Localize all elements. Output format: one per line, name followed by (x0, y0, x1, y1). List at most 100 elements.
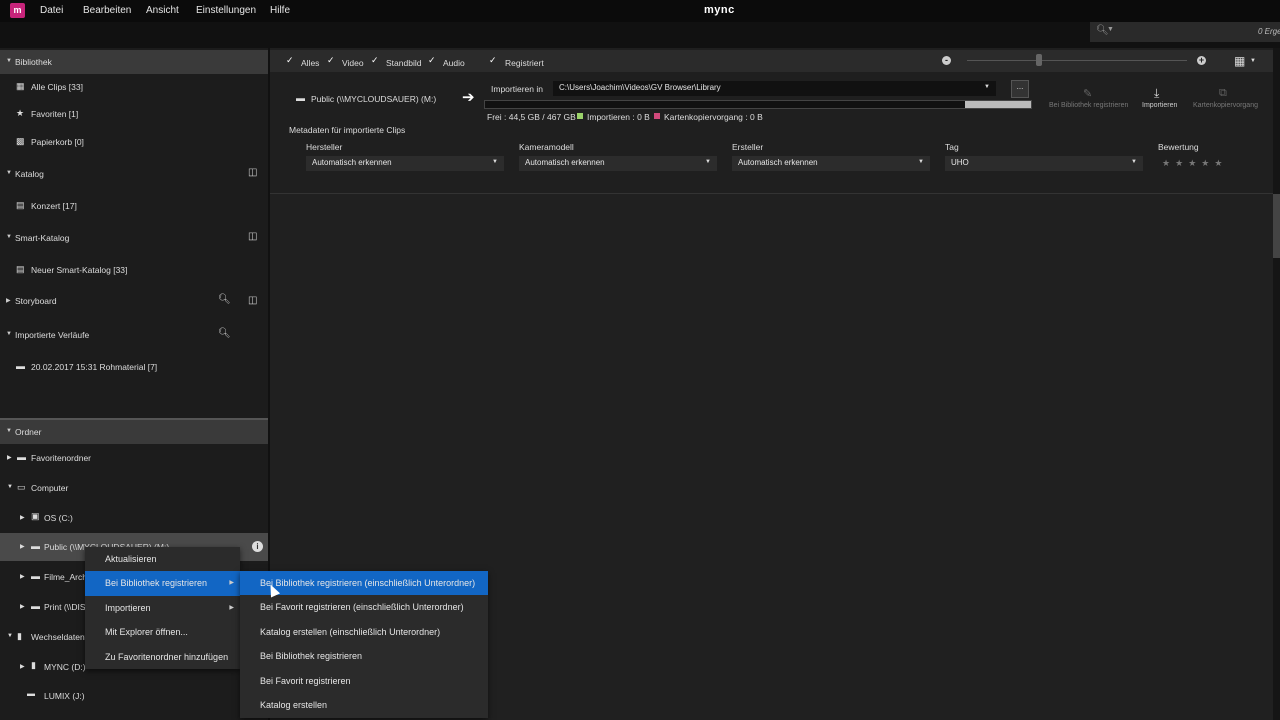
section-smart-katalog[interactable]: ▼ Smart-Katalog (0, 227, 268, 249)
sidebar-item-favoriten[interactable]: Favoriten [1] (31, 109, 78, 119)
filter-label-video: Video (342, 58, 364, 68)
meta-label-kameramodell: Kameramodell (519, 142, 574, 152)
checkbox-standbild[interactable]: ✓ (371, 55, 379, 66)
expand-arrow-icon[interactable]: ▼ (6, 234, 12, 240)
checkbox-registriert[interactable]: ✓ (489, 55, 497, 66)
sidebar-item-alle-clips[interactable]: Alle Clips [33] (31, 82, 83, 92)
context-item-bei-bibliothek-registrieren[interactable]: Bei Bibliothek registrieren ▶ (85, 571, 240, 596)
checkbox-alles[interactable]: ✓ (286, 55, 294, 66)
scrollbar[interactable] (1273, 48, 1280, 720)
dropdown-value: UHO (951, 158, 969, 167)
context-item-mit-explorer-oeffnen[interactable]: Mit Explorer öffnen... (85, 620, 240, 644)
tree-item-filme-archiv[interactable]: Filme_Archi (44, 572, 89, 582)
zoom-out-icon[interactable]: - (942, 56, 951, 65)
book-icon: ▤ (16, 200, 25, 210)
menu-hilfe[interactable]: Hilfe (270, 5, 290, 16)
submenu-item-favorit[interactable]: Bei Favorit registrieren (240, 669, 488, 693)
context-item-label: Zu Favoritenordner hinzufügen (105, 651, 229, 662)
meta-label-hersteller: Hersteller (306, 142, 343, 152)
sidebar-item-rohmaterial[interactable]: 20.02.2017 15:31 Rohmaterial [7] (31, 362, 157, 372)
search-input[interactable]: 🔍︎ ▼ 0 Ergebnisse (1090, 22, 1280, 42)
submenu-item-favorit-unterordner[interactable]: Bei Favorit registrieren (einschließlich… (240, 595, 488, 619)
browse-button[interactable]: ... (1011, 80, 1029, 98)
grid-view-icon[interactable]: ▦ (1234, 54, 1245, 68)
register-library-button[interactable]: Bei Bibliothek registrieren (1049, 102, 1128, 109)
add-smart-catalog-icon[interactable]: ◫ (248, 231, 257, 242)
tree-item-print[interactable]: Print (\\DIS (44, 602, 86, 612)
hersteller-dropdown[interactable]: Automatisch erkennen ▼ (306, 156, 504, 171)
expand-arrow-icon[interactable]: ▼ (6, 331, 12, 337)
star-icon[interactable]: ★ (1201, 158, 1209, 168)
context-item-importieren[interactable]: Importieren ▶ (85, 596, 240, 620)
menu-ansicht[interactable]: Ansicht (146, 5, 179, 16)
sidebar-item-konzert[interactable]: Konzert [17] (31, 201, 77, 211)
submenu-item-label: Katalog erstellen (einschließlich Untero… (260, 626, 441, 637)
expand-arrow-icon[interactable]: ▼ (7, 633, 13, 639)
tree-item-favoritenordner[interactable]: Favoritenordner (31, 453, 91, 463)
register-library-icon[interactable]: ✎ (1083, 87, 1092, 100)
menu-einstellungen[interactable]: Einstellungen (196, 5, 256, 16)
star-icon[interactable]: ★ (1188, 158, 1196, 168)
tree-item-computer[interactable]: Computer (31, 483, 68, 493)
expand-arrow-icon[interactable]: ▶ (20, 514, 25, 521)
storage-progress-bar (484, 100, 1032, 109)
trash-icon: ▩ (16, 136, 25, 146)
tree-item-wechseldatentraeger[interactable]: Wechseldatentr (31, 632, 90, 642)
expand-arrow-icon[interactable]: ▶ (6, 297, 11, 304)
search-icon[interactable]: 🔍︎ (218, 328, 231, 339)
star-icon[interactable]: ★ (1175, 158, 1183, 168)
tree-item-lumix-j[interactable]: LUMIX (J:) (44, 691, 85, 701)
context-item-zu-favoritenordner[interactable]: Zu Favoritenordner hinzufügen (85, 645, 240, 669)
chevron-down-icon[interactable]: ▼ (1107, 26, 1114, 33)
download-icon[interactable]: ⤓ (1154, 86, 1159, 101)
sidebar-item-papierkorb[interactable]: Papierkorb [0] (31, 137, 84, 147)
submenu-item-label: Bei Bibliothek registrieren (einschließl… (260, 578, 476, 588)
sidebar-item-neuer-smart-katalog[interactable]: Neuer Smart-Katalog [33] (31, 265, 127, 275)
star-icon[interactable]: ★ (1214, 158, 1222, 168)
meta-label-ersteller: Ersteller (732, 142, 764, 152)
star-icon[interactable]: ★ (1162, 158, 1170, 168)
chevron-down-icon: ▼ (984, 84, 990, 90)
ersteller-dropdown[interactable]: Automatisch erkennen ▼ (732, 156, 930, 171)
submenu-item-bibliothek[interactable]: Bei Bibliothek registrieren (240, 644, 488, 668)
expand-arrow-icon[interactable]: ▼ (6, 170, 12, 176)
expand-arrow-icon[interactable]: ▼ (7, 484, 13, 490)
submenu-item-katalog[interactable]: Katalog erstellen (240, 693, 488, 717)
section-bibliothek[interactable]: ▼ Bibliothek (0, 50, 268, 74)
chevron-down-icon[interactable]: ▼ (1250, 58, 1256, 64)
card-copy-button[interactable]: Kartenkopiervorgang (1193, 102, 1258, 109)
info-icon[interactable]: i (252, 541, 263, 552)
expand-arrow-icon[interactable]: ▶ (20, 603, 25, 610)
add-catalog-icon[interactable]: ◫ (248, 167, 257, 178)
import-button[interactable]: Importieren (1142, 102, 1177, 109)
tag-dropdown[interactable]: UHO ▼ (945, 156, 1143, 171)
rating-stars[interactable]: ★ ★ ★ ★ ★ (1162, 158, 1222, 169)
copy-icon[interactable]: ⧉ (1219, 87, 1227, 100)
expand-arrow-icon[interactable]: ▶ (7, 454, 12, 461)
checkbox-video[interactable]: ✓ (327, 55, 335, 66)
menu-bearbeiten[interactable]: Bearbeiten (83, 5, 131, 16)
tree-item-mync-d[interactable]: MYNC (D:) (44, 662, 86, 672)
tree-item-os-c[interactable]: OS (C:) (44, 513, 73, 523)
removable-drive-icon: ▮ (17, 631, 22, 641)
kameramodell-dropdown[interactable]: Automatisch erkennen ▼ (519, 156, 717, 171)
menu-datei[interactable]: Datei (40, 5, 63, 16)
chevron-down-icon: ▼ (1131, 159, 1137, 165)
context-item-aktualisieren[interactable]: Aktualisieren (85, 547, 240, 571)
section-ordner[interactable]: ▼ Ordner (0, 420, 268, 444)
submenu-item-katalog-unterordner[interactable]: Katalog erstellen (einschließlich Untero… (240, 620, 488, 644)
expand-arrow-icon[interactable]: ▶ (20, 663, 25, 670)
zoom-in-icon[interactable]: + (1197, 56, 1206, 65)
import-path-dropdown[interactable]: C:\Users\Joachim\Videos\GV Browser\Libra… (553, 81, 996, 96)
scrollbar-thumb[interactable] (1273, 194, 1280, 258)
zoom-slider-handle[interactable] (1036, 54, 1042, 66)
expand-arrow-icon[interactable]: ▼ (6, 58, 12, 64)
zoom-slider-track[interactable] (967, 60, 1187, 61)
section-katalog[interactable]: ▼ Katalog (0, 163, 268, 185)
expand-arrow-icon[interactable]: ▶ (20, 543, 25, 550)
expand-arrow-icon[interactable]: ▶ (20, 573, 25, 580)
expand-arrow-icon[interactable]: ▼ (6, 428, 12, 434)
search-icon[interactable]: 🔍︎ (218, 294, 231, 305)
checkbox-audio[interactable]: ✓ (428, 55, 436, 66)
add-storyboard-icon[interactable]: ◫ (248, 295, 257, 306)
